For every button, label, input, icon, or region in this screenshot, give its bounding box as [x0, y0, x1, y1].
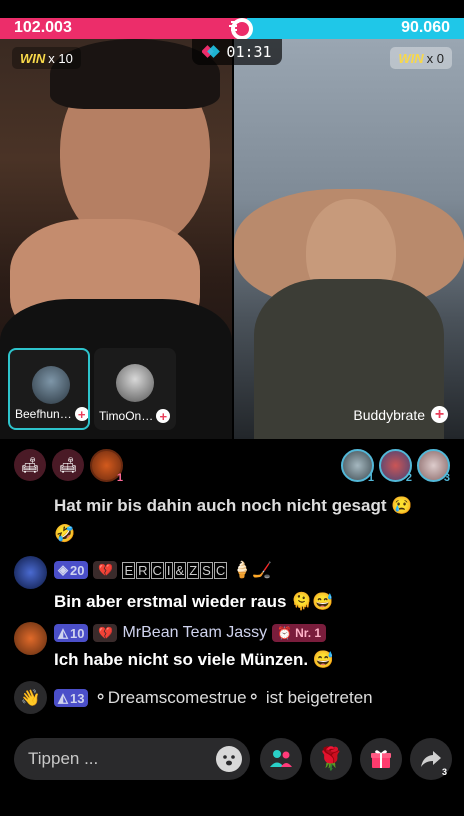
left-win-badge: WIN x 10	[12, 47, 81, 69]
user-avatar[interactable]	[14, 556, 47, 589]
emoji-icon[interactable]	[216, 746, 242, 772]
battle-timer: 01:31	[192, 39, 282, 65]
top-viewer-2[interactable]: 2	[379, 449, 412, 484]
people-icon	[270, 750, 292, 767]
multi-guest-button[interactable]	[260, 738, 302, 780]
share-button[interactable]: 3	[410, 738, 452, 780]
panel-divider	[232, 39, 234, 439]
username[interactable]: ⚬Dreamscomestrue⚬	[93, 688, 260, 708]
follow-plus-icon[interactable]: +	[74, 407, 88, 421]
viewer-row: 🛋 🛋 1 1 2 3	[14, 449, 450, 484]
nr-badge: ⏰ Nr. 1	[272, 624, 327, 642]
guest-tile-1[interactable]: Beefhun… +	[8, 348, 90, 430]
guest-avatar	[116, 364, 154, 402]
wave-icon: 👋	[14, 681, 47, 714]
level-badge: ◭ 10	[54, 624, 89, 642]
message-text: Bin aber erstmal wieder raus 🫠😅	[54, 592, 334, 611]
level-badge: ◭ 13	[54, 689, 89, 707]
guest-avatar	[32, 366, 70, 404]
bottom-bar: Tippen ... 🌹 3	[0, 738, 464, 782]
message-text: 🤣	[54, 524, 76, 543]
gift-icon	[371, 750, 391, 768]
timer-text: 01:31	[226, 43, 272, 61]
follow-plus-icon[interactable]: +	[156, 409, 171, 423]
gift-button[interactable]	[360, 738, 402, 780]
opponent-video-right[interactable]	[234, 39, 464, 439]
message-text: Ich habe nicht so viele Münzen. 😅	[54, 650, 334, 669]
comment-placeholder: Tippen ...	[28, 749, 99, 768]
user-avatar[interactable]	[14, 622, 47, 655]
rose-icon: 🌹	[317, 746, 345, 771]
message-text: Hat mir bis dahin auch noch nicht gesagt…	[54, 496, 413, 515]
follow-plus-icon[interactable]: +	[431, 406, 448, 423]
sofa-icon[interactable]: 🛋	[52, 449, 84, 481]
join-text: ist beigetreten	[265, 688, 373, 707]
comment-input[interactable]: Tippen ...	[14, 738, 250, 780]
right-win-badge: WIN x 0	[390, 47, 452, 69]
guest-tile-2[interactable]: TimoOn… +	[94, 348, 176, 430]
heart-badge-icon: 💔	[93, 624, 118, 642]
username-decoration: 🍦🏒	[232, 562, 273, 579]
username[interactable]: MrBean Team Jassy	[122, 624, 267, 642]
username[interactable]: E R C I & Z S C	[122, 561, 228, 579]
right-score: 90.060	[401, 19, 450, 36]
top-viewer-1[interactable]: 1	[341, 449, 374, 484]
sofa-icon[interactable]: 🛋	[14, 449, 46, 481]
opponent-name: Buddybrate	[353, 406, 425, 423]
opponent-name-tag[interactable]: Buddybrate +	[353, 406, 448, 423]
battle-icon	[202, 45, 221, 58]
heart-badge-icon: 💔	[93, 561, 118, 579]
guest-name: Beefhun…	[15, 407, 72, 421]
rose-gift-button[interactable]: 🌹	[310, 738, 352, 780]
level-badge: ◈ 20	[54, 561, 89, 579]
own-avatar[interactable]: 1	[90, 449, 123, 484]
left-score: 102.003	[14, 19, 72, 36]
share-arrow-icon	[421, 751, 441, 767]
top-viewer-3[interactable]: 3	[417, 449, 450, 484]
share-count: 3	[441, 767, 447, 777]
guest-name: TimoOn…	[99, 409, 154, 423]
left-score-fill: 102.003	[0, 18, 248, 39]
right-score-fill: 90.060	[247, 18, 464, 39]
